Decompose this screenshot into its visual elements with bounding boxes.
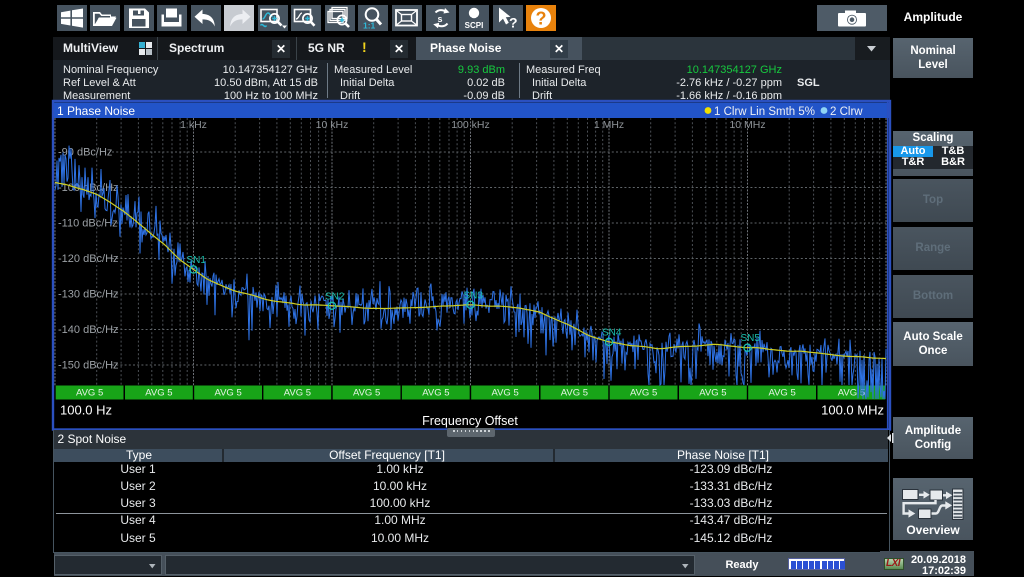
svg-text:SN4: SN4 xyxy=(602,327,622,338)
svg-text:100.0 MHz: 100.0 MHz xyxy=(821,403,884,418)
svg-text:SN3: SN3 xyxy=(464,290,484,301)
svg-text:SN5: SN5 xyxy=(741,333,761,344)
svg-text:-120 dBc/Hz: -120 dBc/Hz xyxy=(58,253,119,265)
svg-text:1 Clrw Lin Smth 5%: 1 Clrw Lin Smth 5% xyxy=(714,106,815,118)
svg-text:AVG 5: AVG 5 xyxy=(284,388,311,399)
svg-text:SN2: SN2 xyxy=(325,291,345,302)
svg-text:-90 dBc/Hz: -90 dBc/Hz xyxy=(58,147,112,159)
svg-text:AVG 5: AVG 5 xyxy=(76,388,103,399)
svg-text:AVG 5: AVG 5 xyxy=(422,388,449,399)
svg-text:10 kHz: 10 kHz xyxy=(316,119,349,131)
svg-text:1 kHz: 1 kHz xyxy=(180,119,207,131)
svg-text:100 kHz: 100 kHz xyxy=(451,119,490,131)
svg-text:AVG 5: AVG 5 xyxy=(145,388,172,399)
svg-text:AVG 5: AVG 5 xyxy=(561,388,588,399)
svg-text:-140 dBc/Hz: -140 dBc/Hz xyxy=(58,324,119,336)
svg-text:AVG 5: AVG 5 xyxy=(353,388,380,399)
svg-text:AVG 5: AVG 5 xyxy=(214,388,241,399)
svg-text:AVG 5: AVG 5 xyxy=(768,388,795,399)
svg-text:10 MHz: 10 MHz xyxy=(729,119,765,131)
svg-text:1 MHz: 1 MHz xyxy=(594,119,624,131)
svg-text:SN1: SN1 xyxy=(187,255,207,266)
svg-text:AVG 5: AVG 5 xyxy=(630,388,657,399)
svg-text:100.0 Hz: 100.0 Hz xyxy=(60,403,112,418)
svg-text:Frequency Offset: Frequency Offset xyxy=(422,414,518,428)
svg-text:1 Phase Noise: 1 Phase Noise xyxy=(57,104,135,118)
svg-text:2 Clrw: 2 Clrw xyxy=(830,106,863,118)
svg-text:-150 dBc/Hz: -150 dBc/Hz xyxy=(58,360,119,372)
svg-text:-130 dBc/Hz: -130 dBc/Hz xyxy=(58,289,119,301)
svg-text:AVG 5: AVG 5 xyxy=(699,388,726,399)
svg-text:AVG 5: AVG 5 xyxy=(491,388,518,399)
svg-text:-110 dBc/Hz: -110 dBc/Hz xyxy=(58,218,118,230)
